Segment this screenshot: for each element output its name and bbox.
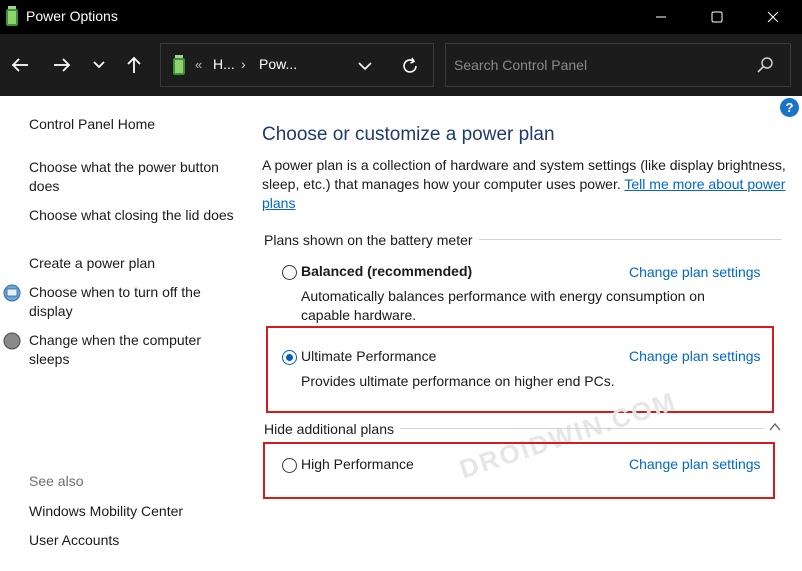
page-title: Choose or customize a power plan (262, 124, 555, 145)
address-bar[interactable]: « H... › Pow... (160, 43, 434, 87)
radio-balanced[interactable] (282, 265, 297, 280)
breadcrumb-overflow[interactable]: « (195, 57, 202, 72)
sidebar-link-mobility-center[interactable]: Windows Mobility Center (29, 502, 234, 521)
sidebar-link-computer-sleeps[interactable]: Change when the computer sleeps (29, 331, 234, 369)
arrow-up-icon (127, 56, 141, 73)
page-description: A power plan is a collection of hardware… (262, 156, 792, 213)
search-icon[interactable] (756, 56, 774, 74)
change-plan-settings-ultimate[interactable]: Change plan settings (629, 348, 761, 364)
minimize-icon (656, 16, 666, 18)
sidebar-link-closing-lid[interactable]: Choose what closing the lid does (29, 206, 234, 225)
breadcrumb-item-power-options[interactable]: Pow... (259, 56, 297, 72)
highlight-box-ultimate (266, 326, 774, 413)
sidebar-link-control-panel-home[interactable]: Control Panel Home (29, 115, 234, 134)
recent-locations-button[interactable] (85, 52, 113, 78)
breadcrumb-item-hardware[interactable]: H... (213, 56, 235, 72)
close-button[interactable] (745, 0, 801, 34)
plan-name-ultimate-performance: Ultimate Performance (301, 348, 437, 364)
battery-meter-section-label: Plans shown on the battery meter (264, 232, 479, 248)
power-options-icon (173, 55, 185, 75)
see-also-heading: See also (29, 473, 84, 489)
forward-button[interactable] (48, 52, 76, 78)
window-title: Power Options (26, 8, 118, 24)
sidebar-link-user-accounts[interactable]: User Accounts (29, 531, 234, 550)
refresh-icon[interactable] (399, 55, 421, 77)
sidebar-link-turn-off-display[interactable]: Choose when to turn off the display (29, 283, 234, 321)
chevron-down-icon[interactable] (355, 56, 375, 76)
hide-additional-plans-label: Hide additional plans (264, 421, 400, 437)
sidebar: Control Panel Home Choose what the power… (0, 96, 240, 571)
up-button[interactable] (120, 52, 148, 78)
sidebar-link-create-power-plan[interactable]: Create a power plan (29, 254, 234, 273)
plan-description-balanced: Automatically balances performance with … (301, 288, 705, 323)
help-button[interactable]: ? (780, 98, 799, 117)
radio-high-performance[interactable] (282, 458, 297, 473)
maximize-icon (711, 11, 723, 23)
radio-ultimate-performance[interactable] (282, 350, 297, 365)
power-options-icon (6, 6, 18, 26)
plan-description-ultimate: Provides ultimate performance on higher … (301, 373, 615, 389)
moon-sleep-icon (3, 332, 21, 350)
plan-name-high-performance: High Performance (301, 456, 414, 472)
sidebar-link-power-button[interactable]: Choose what the power button does (29, 158, 234, 196)
search-input[interactable] (454, 54, 744, 76)
back-button[interactable] (6, 52, 34, 78)
chevron-up-icon[interactable] (768, 421, 782, 433)
arrow-left-icon (11, 58, 28, 72)
breadcrumb-separator[interactable]: › (241, 56, 246, 72)
minimize-button[interactable] (633, 0, 689, 34)
chevron-down-icon (93, 61, 105, 69)
plan-name-balanced: Balanced (recommended) (301, 263, 473, 279)
change-plan-settings-high-performance[interactable]: Change plan settings (629, 456, 761, 472)
display-icon (3, 284, 21, 302)
title-bar: Power Options (0, 0, 802, 34)
change-plan-settings-balanced[interactable]: Change plan settings (629, 264, 761, 280)
maximize-button[interactable] (689, 0, 745, 34)
arrow-right-icon (54, 58, 71, 72)
close-icon (767, 11, 779, 23)
navigation-bar: « H... › Pow... (0, 34, 802, 96)
search-box[interactable] (445, 43, 791, 87)
